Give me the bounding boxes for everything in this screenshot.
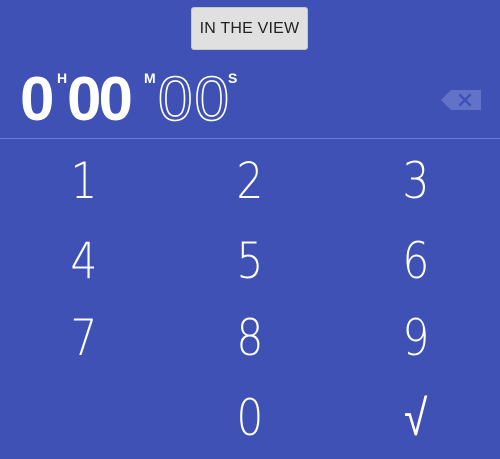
key-3[interactable]: 3 <box>356 146 476 216</box>
key-6[interactable]: 6 <box>356 226 476 296</box>
hours-value: 0 <box>20 65 55 134</box>
seconds-value: 00 <box>157 65 231 134</box>
timer-display: 0 H 00 M 00 S <box>20 65 320 134</box>
minutes-value: 00 <box>67 65 133 134</box>
keypad: 1 2 3 4 5 6 7 8 9 0 √ <box>0 139 500 459</box>
backspace-button[interactable] <box>441 90 481 110</box>
key-5[interactable]: 5 <box>190 226 310 296</box>
key-9[interactable]: 9 <box>356 303 476 373</box>
seconds-unit: S <box>228 70 238 86</box>
key-1[interactable]: 1 <box>24 146 144 216</box>
key-0[interactable]: 0 <box>190 383 310 453</box>
in-the-view-button[interactable]: IN THE VIEW <box>191 7 308 50</box>
key-8[interactable]: 8 <box>190 303 310 373</box>
key-7[interactable]: 7 <box>24 303 144 373</box>
key-2[interactable]: 2 <box>190 146 310 216</box>
backspace-icon <box>441 90 481 110</box>
confirm-check-button[interactable]: √ <box>356 383 476 453</box>
key-4[interactable]: 4 <box>24 226 144 296</box>
hours-unit: H <box>57 70 68 86</box>
minutes-unit: M <box>144 70 156 86</box>
